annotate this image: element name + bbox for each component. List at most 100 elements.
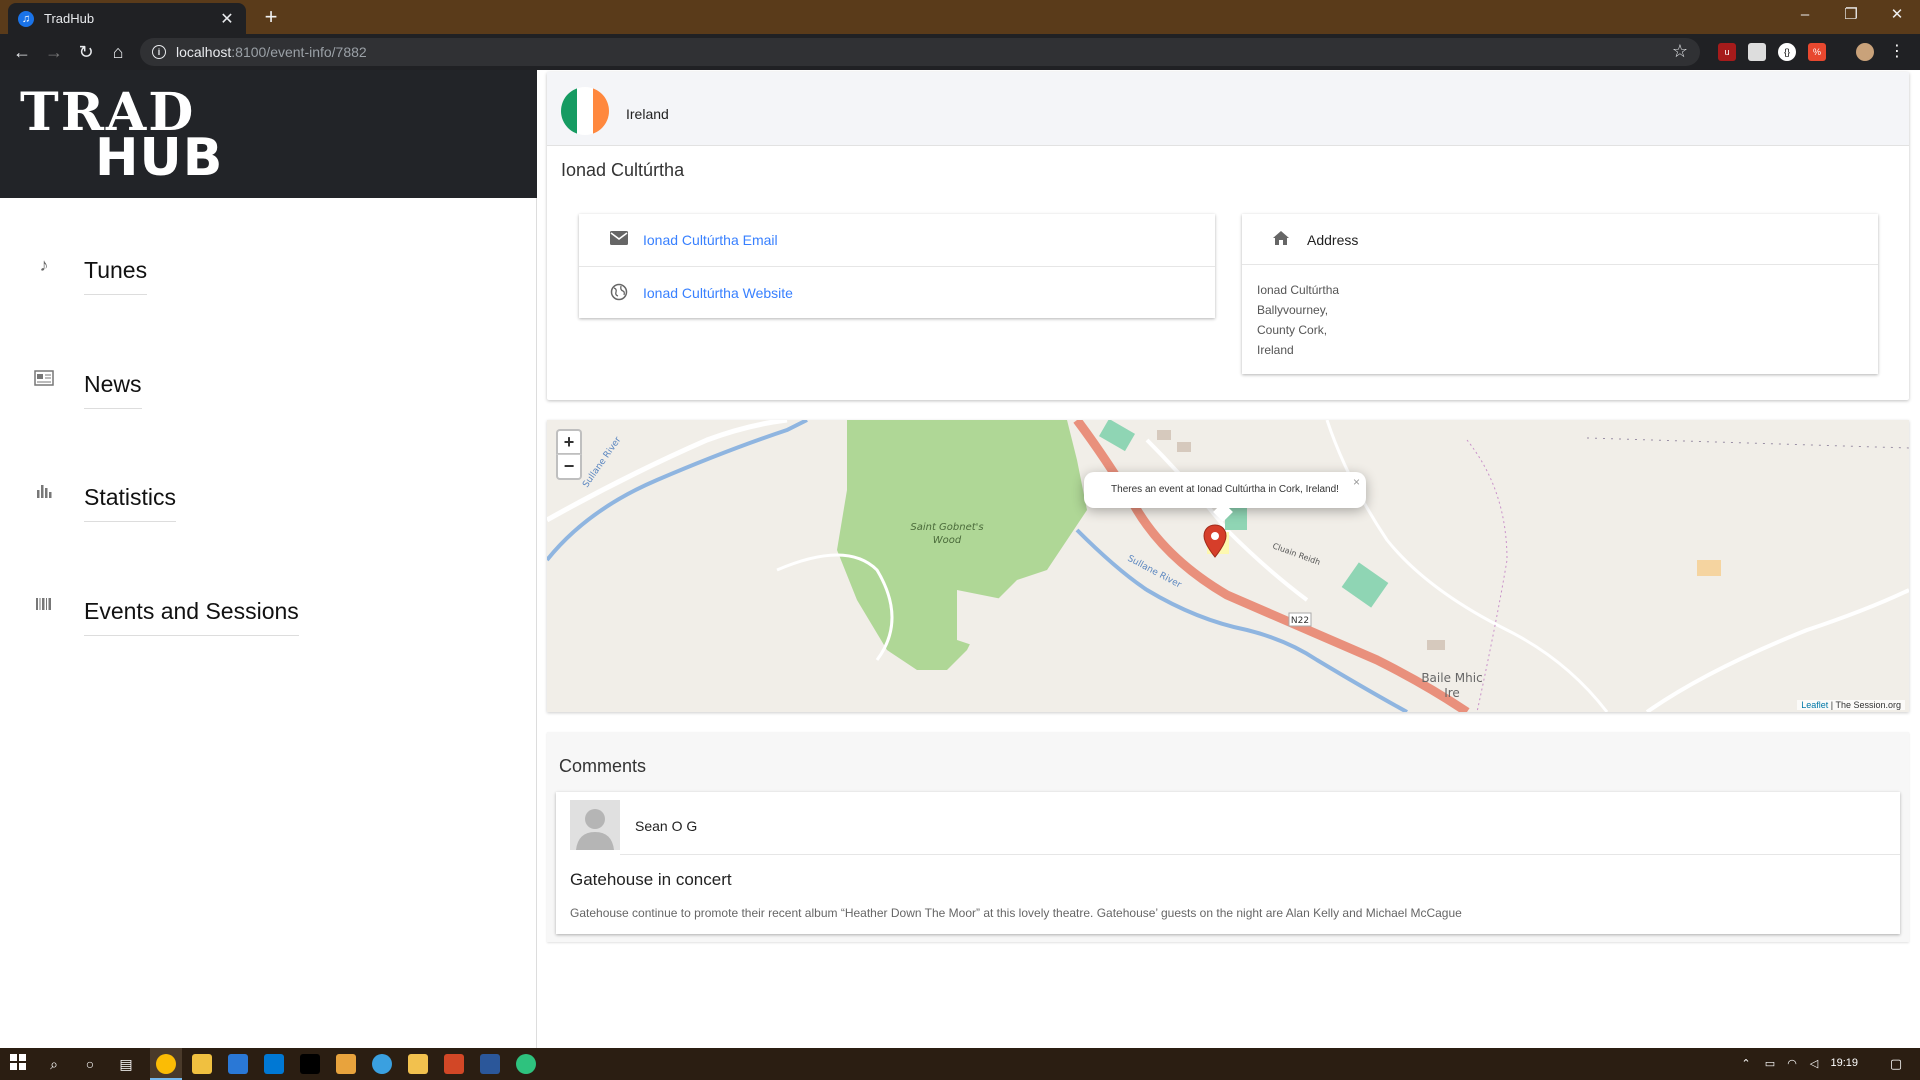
battery-icon[interactable]: ▭ bbox=[1760, 1054, 1780, 1074]
map-attribution: Leaflet | The Session.org bbox=[1797, 700, 1905, 710]
json-extension-icon[interactable]: {} bbox=[1778, 43, 1796, 61]
map-building bbox=[1341, 562, 1389, 608]
browser-toolbar: ← → ↻ ⌂ i localhost :8100/event-info/788… bbox=[0, 34, 1920, 70]
map-label-street: Cluain Reidh bbox=[1271, 541, 1321, 567]
venue-card: Ireland Ionad Cultúrtha Ionad Cultúrtha … bbox=[547, 72, 1909, 400]
window-minimize-button[interactable]: – bbox=[1782, 0, 1828, 30]
ublock-extension-icon[interactable]: u bbox=[1718, 43, 1736, 61]
map-river bbox=[547, 420, 808, 562]
venue-links-card: Ionad Cultúrtha Email Ionad Cultúrtha We… bbox=[579, 214, 1215, 318]
sidebar: TRAD HUB ♪ Tunes News Statistics Events … bbox=[0, 70, 537, 1048]
sidebar-item-events-and-sessions[interactable]: Events and Sessions bbox=[0, 584, 537, 644]
sidebar-item-statistics[interactable]: Statistics bbox=[0, 470, 537, 530]
comments-title: Comments bbox=[559, 756, 647, 776]
venue-map[interactable]: Saint Gobnet's Wood Sullane River Sullan… bbox=[547, 420, 1909, 712]
bar-chart-icon bbox=[34, 482, 54, 502]
country-header: Ireland bbox=[547, 72, 1909, 146]
mail-app-icon[interactable] bbox=[228, 1054, 248, 1074]
profile-avatar-icon[interactable] bbox=[1856, 43, 1874, 61]
app-root: TRAD HUB ♪ Tunes News Statistics Events … bbox=[0, 70, 1920, 1048]
file-explorer-icon[interactable] bbox=[192, 1054, 212, 1074]
chrome-taskbar-icon[interactable] bbox=[156, 1054, 176, 1074]
popup-close-icon[interactable]: × bbox=[1353, 464, 1360, 500]
map-zoom-in-button[interactable]: + bbox=[556, 429, 582, 455]
tray-chevron-icon[interactable]: ⌃ bbox=[1736, 1054, 1756, 1074]
sidebar-item-tunes[interactable]: ♪ Tunes bbox=[0, 243, 537, 303]
home-icon[interactable]: ⌂ bbox=[106, 40, 130, 64]
email-row[interactable]: Ionad Cultúrtha Email bbox=[579, 214, 1215, 266]
map-zoom-out-button[interactable]: − bbox=[556, 454, 582, 480]
reload-icon[interactable]: ↻ bbox=[74, 40, 98, 64]
venue-website-link[interactable]: Ionad Cultúrtha Website bbox=[643, 285, 793, 301]
website-row[interactable]: Ionad Cultúrtha Website bbox=[579, 266, 1215, 318]
back-arrow-icon[interactable]: ← bbox=[10, 40, 34, 64]
task-view-icon[interactable]: ▤ bbox=[116, 1054, 136, 1074]
map-building bbox=[1177, 442, 1191, 452]
powerpoint-icon[interactable] bbox=[444, 1054, 464, 1074]
address-title: Address bbox=[1307, 232, 1359, 248]
bookmark-star-icon[interactable]: ☆ bbox=[1672, 41, 1688, 62]
comments-section: Comments Sean O G Gatehouse in concert G… bbox=[547, 732, 1909, 942]
site-info-icon[interactable]: i bbox=[152, 45, 166, 59]
extension-red-icon[interactable]: % bbox=[1808, 43, 1826, 61]
music-note-icon: ♪ bbox=[39, 255, 49, 275]
newspaper-icon bbox=[34, 369, 54, 389]
address-bar[interactable]: i localhost :8100/event-info/7882 ☆ bbox=[140, 38, 1700, 66]
globe-icon bbox=[609, 283, 629, 303]
taskbar-clock[interactable]: 19:19 bbox=[1830, 1057, 1858, 1069]
app-c-icon[interactable] bbox=[372, 1054, 392, 1074]
word-icon[interactable] bbox=[480, 1054, 500, 1074]
sourcetree-icon[interactable] bbox=[408, 1054, 428, 1074]
popup-text: Theres an event at Ionad Cultúrtha in Co… bbox=[1111, 484, 1339, 495]
tradhub-favicon-icon: ♫ bbox=[18, 10, 34, 27]
windows-start-icon[interactable] bbox=[8, 1054, 28, 1074]
vscode-icon[interactable] bbox=[264, 1054, 284, 1074]
barcode-icon bbox=[34, 596, 54, 616]
address-line: Ionad Cultúrtha bbox=[1257, 283, 1340, 297]
venue-email-link[interactable]: Ionad Cultúrtha Email bbox=[643, 232, 778, 248]
edge-icon[interactable] bbox=[516, 1054, 536, 1074]
search-icon[interactable]: ⌕ bbox=[44, 1054, 64, 1074]
attribution-source: | The Session.org bbox=[1828, 700, 1901, 710]
tradhub-logo: TRAD HUB bbox=[0, 70, 537, 198]
logo-line-2: HUB bbox=[95, 128, 224, 188]
mail-icon bbox=[609, 230, 629, 250]
map-label-wood: Wood bbox=[933, 535, 962, 546]
browser-menu-icon[interactable]: ⋮ bbox=[1888, 43, 1906, 61]
map-label-wood: Saint Gobnet's bbox=[910, 522, 983, 533]
map-clearing bbox=[957, 590, 1017, 650]
map-marker-icon[interactable] bbox=[1203, 524, 1227, 563]
notifications-icon[interactable]: ▢ bbox=[1886, 1054, 1906, 1074]
sidebar-item-label: Statistics bbox=[84, 484, 177, 522]
comment-card: Sean O G Gatehouse in concert Gatehouse … bbox=[556, 792, 1900, 934]
extension-square-icon[interactable] bbox=[1748, 43, 1766, 61]
wifi-icon[interactable]: ◠ bbox=[1782, 1054, 1802, 1074]
forward-arrow-icon[interactable]: → bbox=[42, 40, 66, 64]
map-river bbox=[1075, 528, 1408, 712]
tab-close-icon[interactable]: ✕ bbox=[218, 9, 236, 29]
address-line: Ballyvourney, bbox=[1257, 303, 1329, 317]
leaflet-link[interactable]: Leaflet bbox=[1801, 700, 1828, 710]
map-road bbox=[1325, 420, 1609, 712]
comment-divider bbox=[620, 854, 1900, 855]
sidebar-item-label: Tunes bbox=[84, 257, 148, 295]
window-close-button[interactable]: ✕ bbox=[1874, 0, 1920, 30]
map-road bbox=[1645, 588, 1909, 712]
sidebar-item-news[interactable]: News bbox=[0, 357, 537, 417]
window-restore-button[interactable]: ❐ bbox=[1828, 0, 1874, 30]
home-icon bbox=[1272, 230, 1290, 251]
browser-tab[interactable]: ♫ TradHub ✕ bbox=[8, 3, 246, 34]
map-label-road: N22 bbox=[1291, 616, 1309, 626]
address-lines: Ionad Cultúrtha Ballyvourney, County Cor… bbox=[1257, 280, 1339, 360]
sidebar-item-label: Events and Sessions bbox=[84, 598, 299, 636]
intellij-icon[interactable] bbox=[300, 1054, 320, 1074]
ireland-flag-icon bbox=[561, 87, 609, 135]
cortana-icon[interactable]: ○ bbox=[80, 1054, 100, 1074]
new-tab-button[interactable]: + bbox=[258, 5, 284, 31]
map-popup: × Theres an event at Ionad Cultúrtha in … bbox=[1084, 472, 1366, 522]
git-app-icon[interactable] bbox=[336, 1054, 356, 1074]
map-building bbox=[1099, 420, 1135, 452]
volume-icon[interactable]: ◁ bbox=[1804, 1054, 1824, 1074]
main-content: Ireland Ionad Cultúrtha Ionad Cultúrtha … bbox=[538, 70, 1920, 1048]
map-tiles: Saint Gobnet's Wood Sullane River Sullan… bbox=[547, 420, 1909, 712]
